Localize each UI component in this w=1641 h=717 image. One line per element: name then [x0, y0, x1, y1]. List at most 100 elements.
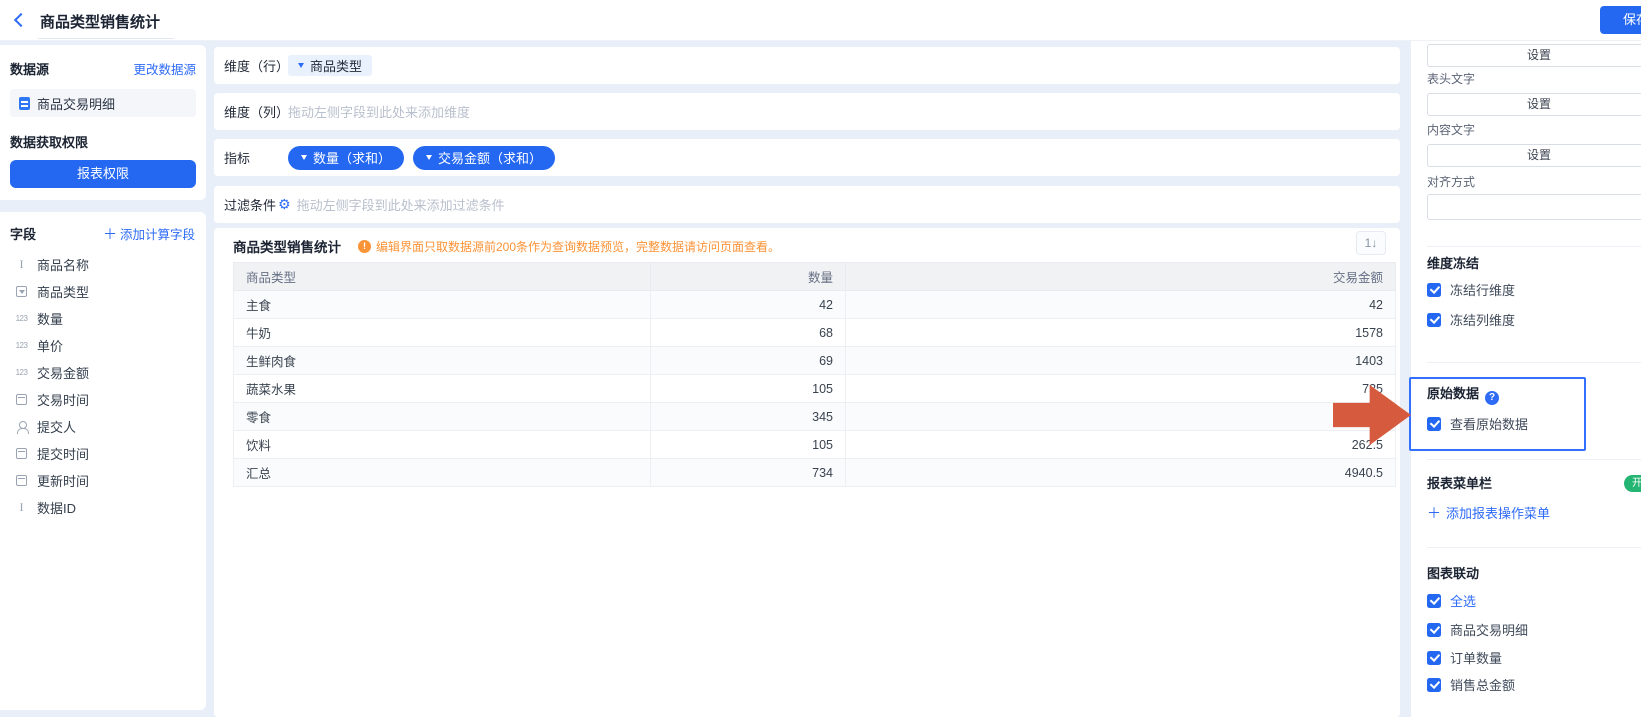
row-dimension-label: 维度（行） [224, 56, 288, 75]
metrics-dropzone[interactable]: 指标 数量（求和） 交易金额（求和） [214, 139, 1400, 176]
header-text-setting-button[interactable]: 设置 [1427, 93, 1641, 116]
settings-panel: 设置 表头文字 设置 内容文字 设置 对齐方式 维度冻结 冻结行维度 冻结列维度… [1411, 41, 1641, 717]
back-icon[interactable] [14, 13, 28, 27]
field-item[interactable]: 数量 [8, 305, 198, 332]
freeze-row-checkbox-row[interactable]: 冻结行维度 [1427, 280, 1515, 299]
text-icon [14, 500, 29, 515]
divider [1427, 362, 1641, 363]
metrics-label: 指标 [224, 148, 288, 167]
align-label: 对齐方式 [1427, 173, 1475, 190]
filter-placeholder: 拖动左侧字段到此处来添加过滤条件 [297, 195, 505, 214]
table-row: 主食 42 42 [234, 291, 1396, 319]
plus-icon: ＋ [103, 227, 117, 241]
row-dimension-dropzone[interactable]: 维度（行） 商品类型 [214, 47, 1400, 84]
number-icon [14, 314, 29, 323]
content-text-setting-button[interactable]: 设置 [1427, 144, 1641, 167]
number-icon [14, 368, 29, 377]
col-dimension-placeholder: 拖动左侧字段到此处来添加维度 [288, 102, 470, 121]
report-title: 商品类型销售统计 [233, 236, 341, 256]
column-header: 交易金额 [846, 263, 1396, 291]
plus-icon: ＋ [1427, 506, 1441, 520]
checkbox-checked[interactable] [1427, 651, 1441, 665]
add-report-menu-link[interactable]: ＋ 添加报表操作菜单 [1427, 503, 1550, 522]
datasource-item[interactable]: 商品交易明细 [10, 89, 196, 117]
checkbox-checked[interactable] [1427, 594, 1441, 608]
raw-data-heading: 原始数据? [1427, 383, 1499, 405]
save-button[interactable]: 保存 [1600, 6, 1641, 34]
checkbox-checked[interactable] [1427, 283, 1441, 297]
freeze-col-checkbox-row[interactable]: 冻结列维度 [1427, 310, 1515, 329]
user-icon [16, 421, 28, 433]
column-header: 商品类型 [234, 263, 651, 291]
change-datasource-link[interactable]: 更改数据源 [133, 59, 196, 78]
col-dimension-dropzone[interactable]: 维度（列） 拖动左侧字段到此处来添加维度 [214, 93, 1400, 130]
column-header: 数量 [651, 263, 846, 291]
field-item[interactable]: 商品名称 [8, 251, 198, 278]
gear-icon[interactable]: ⚙ [278, 196, 291, 213]
calendar-icon [16, 394, 27, 405]
table-summary-row: 汇总 734 4940.5 [234, 459, 1396, 487]
table-row: 饮料 105 262.5 [234, 431, 1396, 459]
checkbox-checked[interactable] [1427, 417, 1441, 431]
metric-tag[interactable]: 交易金额（求和） [413, 146, 555, 170]
report-preview-card: 商品类型销售统计 ! 编辑界面只取数据源前200条作为查询数据预览，完整数据请访… [214, 228, 1400, 717]
col-dimension-label: 维度（列） [224, 102, 288, 121]
field-item[interactable]: 更新时间 [8, 467, 198, 494]
text-icon [14, 257, 29, 272]
filter-dropzone[interactable]: 过滤条件 ⚙ 拖动左侧字段到此处来添加过滤条件 [214, 186, 1400, 223]
select-all-checkbox-row[interactable]: 全选 [1427, 591, 1476, 610]
freeze-heading: 维度冻结 [1427, 253, 1479, 272]
divider [1427, 246, 1641, 247]
sort-toggle[interactable]: 1↓ [1356, 231, 1386, 255]
field-item[interactable]: 单价 [8, 332, 198, 359]
field-list: 商品名称 商品类型 数量 单价 交易金额 交易时间 提交人 提交时间 更新时间 … [8, 251, 198, 521]
datasource-item-label: 商品交易明细 [37, 94, 115, 113]
calendar-icon [16, 475, 27, 486]
page-title-field[interactable]: 商品类型销售统计 [38, 9, 174, 39]
add-calc-field-link[interactable]: ＋ 添加计算字段 [103, 224, 195, 243]
page-title: 商品类型销售统计 [40, 14, 160, 31]
chevron-down-icon [426, 155, 432, 160]
document-icon [19, 97, 30, 110]
report-menu-heading: 报表菜单栏 [1427, 473, 1492, 492]
table-row: 蔬菜水果 105 735 [234, 375, 1396, 403]
field-item[interactable]: 交易金额 [8, 359, 198, 386]
checkbox-checked[interactable] [1427, 623, 1441, 637]
datasource-card: 数据源 更改数据源 商品交易明细 数据获取权限 报表权限 [0, 45, 206, 200]
fields-card: 字段 ＋ 添加计算字段 商品名称 商品类型 数量 单价 交易金额 交易时间 提交… [0, 212, 206, 710]
field-item[interactable]: 商品类型 [8, 278, 198, 305]
calendar-icon [16, 448, 27, 459]
help-icon[interactable]: ? [1485, 391, 1499, 405]
chart-linkage-heading: 图表联动 [1427, 563, 1479, 582]
checkbox-checked[interactable] [1427, 313, 1441, 327]
preview-table: 商品类型 数量 交易金额 主食 42 42 牛奶 68 1578 生鲜肉食 69… [233, 262, 1396, 487]
top-bar: 商品类型销售统计 保存 [0, 0, 1641, 41]
header-style-setting-button[interactable]: 设置 [1427, 44, 1641, 67]
linkage-checkbox-row[interactable]: 商品交易明细 [1427, 620, 1528, 639]
table-row: 生鲜肉食 69 1403 [234, 347, 1396, 375]
toggle-on[interactable]: 开 [1624, 475, 1641, 492]
header-text-label: 表头文字 [1427, 70, 1475, 87]
permission-heading: 数据获取权限 [10, 132, 196, 151]
field-item[interactable]: 交易时间 [8, 386, 198, 413]
checkbox-checked[interactable] [1427, 678, 1441, 692]
field-item[interactable]: 提交时间 [8, 440, 198, 467]
metric-tag[interactable]: 数量（求和） [288, 146, 404, 170]
field-item[interactable]: 数据ID [8, 494, 198, 521]
linkage-checkbox-row[interactable]: 销售总金额 [1427, 675, 1515, 694]
view-raw-data-checkbox-row[interactable]: 查看原始数据 [1427, 414, 1528, 433]
divider [1427, 547, 1641, 548]
number-icon [14, 341, 29, 350]
chevron-down-icon [298, 63, 304, 68]
chevron-down-icon [301, 155, 307, 160]
dimension-tag[interactable]: 商品类型 [288, 55, 372, 76]
linkage-checkbox-row[interactable]: 订单数量 [1427, 648, 1502, 667]
datasource-heading: 数据源 [10, 59, 49, 78]
table-row: 牛奶 68 1578 [234, 319, 1396, 347]
field-item[interactable]: 提交人 [8, 413, 198, 440]
divider [1427, 459, 1641, 460]
align-select[interactable] [1427, 194, 1641, 220]
report-permission-button[interactable]: 报表权限 [10, 160, 196, 188]
warning-icon: ! [358, 240, 371, 253]
preview-notice: ! 编辑界面只取数据源前200条作为查询数据预览，完整数据请访问页面查看。 [358, 238, 780, 255]
